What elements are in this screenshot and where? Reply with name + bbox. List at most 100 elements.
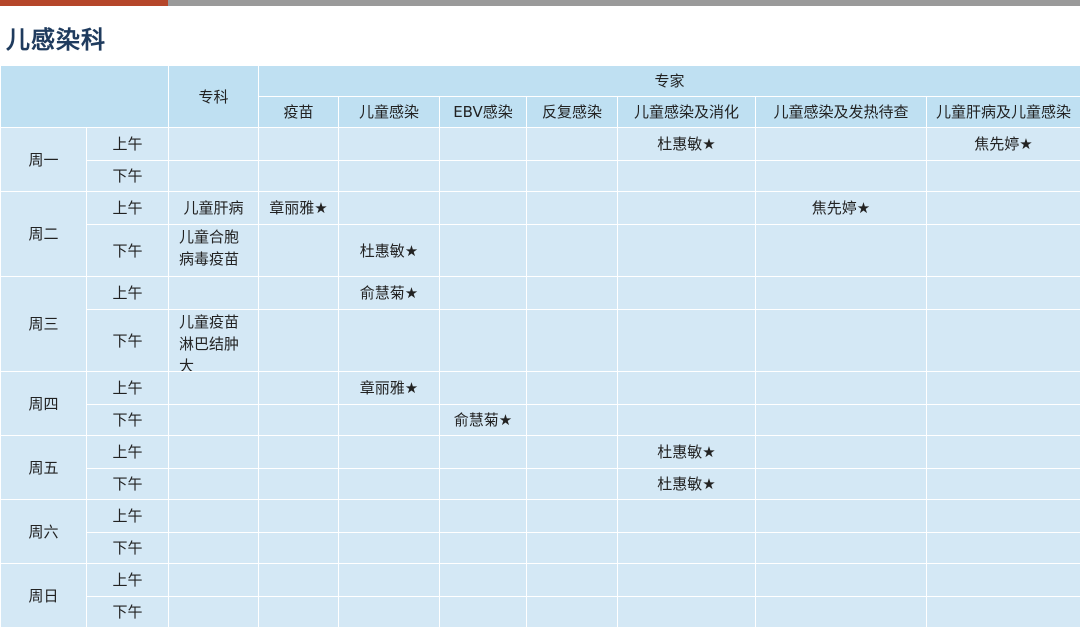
period-cell: 上午	[86, 435, 169, 469]
expert-cell: 杜惠敏★	[617, 468, 756, 500]
empty-cell	[338, 160, 440, 192]
empty-cell	[526, 224, 618, 277]
specialty-cell	[168, 276, 259, 310]
empty-cell	[925, 499, 1080, 533]
period-cell: 上午	[86, 276, 169, 310]
empty-cell	[617, 191, 756, 225]
empty-cell	[338, 499, 440, 533]
specialty-cell	[168, 468, 259, 500]
empty-cell	[439, 499, 527, 533]
empty-cell	[439, 435, 527, 469]
column-header: 疫苗	[258, 96, 339, 128]
empty-cell	[755, 309, 927, 372]
empty-cell	[338, 532, 440, 564]
schedule-row: 下午	[1, 596, 1080, 628]
empty-cell	[617, 532, 756, 564]
empty-cell	[258, 404, 339, 436]
empty-cell	[925, 191, 1080, 225]
empty-cell	[338, 596, 440, 628]
schedule-row: 下午	[1, 160, 1080, 192]
empty-cell	[617, 563, 756, 597]
expert-cell: 焦先婷★	[755, 191, 927, 225]
column-header: EBV感染	[439, 96, 527, 128]
schedule-row: 下午	[1, 532, 1080, 564]
schedule-row: 下午 儿童合胞病毒疫苗 杜惠敏★	[1, 224, 1080, 277]
specialty-header: 专科	[168, 65, 259, 128]
period-cell: 上午	[86, 191, 169, 225]
empty-cell	[258, 371, 339, 405]
schedule-row: 下午 俞慧菊★	[1, 404, 1080, 436]
empty-cell	[526, 404, 618, 436]
day-cell: 周日	[0, 563, 87, 628]
expert-cell: 杜惠敏★	[617, 127, 756, 161]
empty-cell	[755, 224, 927, 277]
specialty-text: 儿童疫苗淋巴结肿大	[179, 312, 240, 371]
empty-cell	[338, 309, 440, 372]
empty-cell	[755, 563, 927, 597]
empty-cell	[439, 191, 527, 225]
empty-cell	[617, 404, 756, 436]
expert-cell: 章丽雅★	[338, 371, 440, 405]
day-cell: 周二	[0, 191, 87, 277]
empty-cell	[755, 127, 927, 161]
empty-cell	[755, 160, 927, 192]
empty-cell	[439, 563, 527, 597]
empty-cell	[258, 499, 339, 533]
empty-cell	[925, 563, 1080, 597]
empty-cell	[258, 276, 339, 310]
empty-cell	[526, 596, 618, 628]
period-cell: 下午	[86, 309, 169, 372]
schedule-row: 周三 上午 俞慧菊★	[0, 276, 1080, 372]
corner-header	[0, 65, 169, 128]
empty-cell	[925, 404, 1080, 436]
schedule-row: 周一 上午 杜惠敏★ 焦先婷★	[0, 127, 1080, 192]
specialty-cell	[168, 127, 259, 161]
empty-cell	[925, 532, 1080, 564]
empty-cell	[258, 224, 339, 277]
empty-cell	[925, 468, 1080, 500]
empty-cell	[755, 499, 927, 533]
empty-cell	[338, 127, 440, 161]
empty-cell	[258, 563, 339, 597]
column-header: 儿童肝病及儿童感染	[925, 96, 1080, 128]
empty-cell	[755, 468, 927, 500]
empty-cell	[526, 371, 618, 405]
empty-cell	[755, 532, 927, 564]
empty-cell	[617, 309, 756, 372]
period-cell: 上午	[86, 127, 169, 161]
column-header: 儿童感染	[338, 96, 440, 128]
expert-cell: 焦先婷★	[925, 127, 1080, 161]
schedule-table: 专科 专家 疫苗 儿童感染 EBV感染 反复感染 儿童感染及消化 儿童感染及发热待查 儿童肝…	[0, 65, 1080, 628]
empty-cell	[526, 276, 618, 310]
day-cell: 周四	[0, 371, 87, 436]
period-cell: 下午	[86, 404, 169, 436]
schedule-row: 周二 上午 儿童肝病 章丽雅★ 焦先婷★	[0, 191, 1080, 277]
empty-cell	[258, 532, 339, 564]
empty-cell	[258, 468, 339, 500]
empty-cell	[617, 160, 756, 192]
period-cell: 上午	[86, 563, 169, 597]
period-cell: 下午	[86, 532, 169, 564]
schedule-row: 周五 上午 杜惠敏★	[0, 435, 1080, 500]
schedule-row: 周六 上午	[0, 499, 1080, 564]
specialty-cell	[168, 563, 259, 597]
empty-cell	[925, 160, 1080, 192]
day-cell: 周六	[0, 499, 87, 564]
empty-cell	[526, 532, 618, 564]
empty-cell	[617, 596, 756, 628]
empty-cell	[439, 276, 527, 310]
schedule-row: 周日 上午	[0, 563, 1080, 628]
empty-cell	[338, 563, 440, 597]
specialty-cell: 儿童合胞病毒疫苗	[168, 224, 259, 277]
empty-cell	[338, 435, 440, 469]
empty-cell	[617, 276, 756, 310]
schedule-row: 周四 上午 章丽雅★	[0, 371, 1080, 436]
expert-cell: 俞慧菊★	[439, 404, 527, 436]
empty-cell	[338, 404, 440, 436]
specialty-text: 儿童合胞病毒疫苗	[179, 227, 240, 268]
empty-cell	[925, 371, 1080, 405]
specialty-cell: 儿童肝病	[168, 191, 259, 225]
specialty-cell	[168, 371, 259, 405]
empty-cell	[338, 191, 440, 225]
empty-cell	[755, 596, 927, 628]
